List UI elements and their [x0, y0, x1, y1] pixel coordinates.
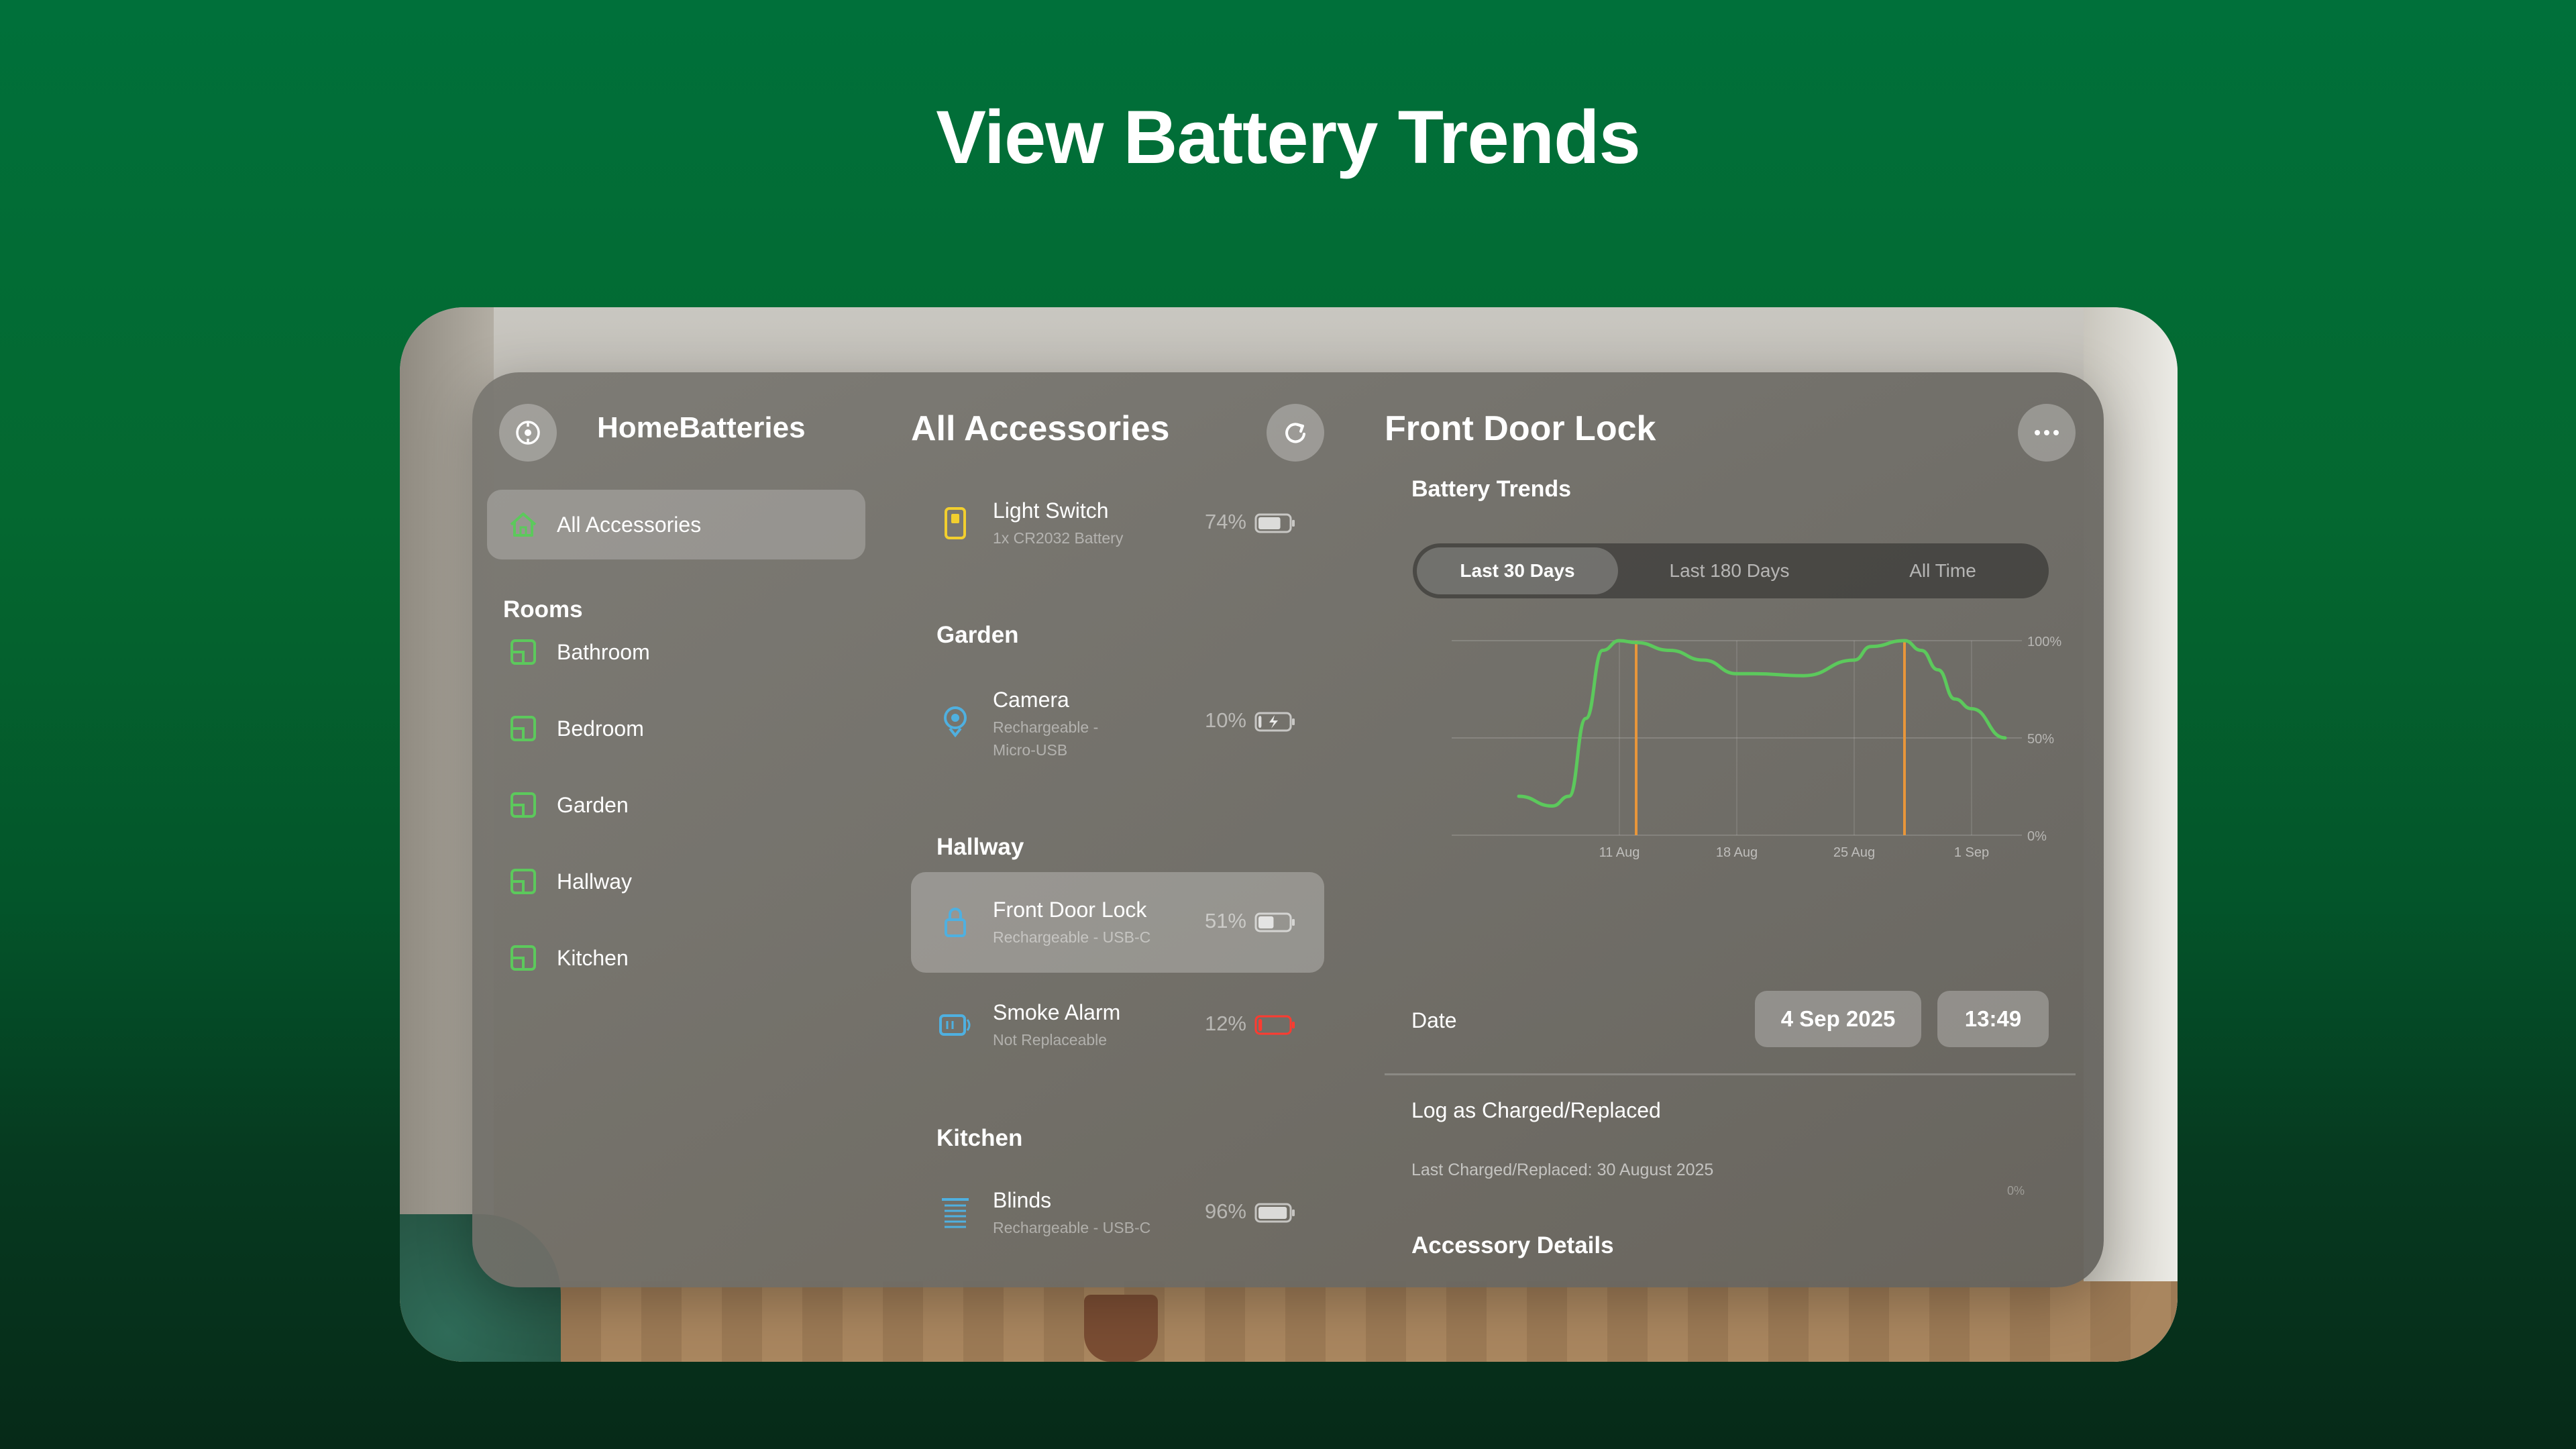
accessory-subtitle: Not Replaceable	[993, 1031, 1108, 1049]
home-icon	[507, 508, 539, 541]
battery-terminal	[1292, 919, 1295, 926]
room-icon	[507, 865, 539, 898]
lock-icon	[938, 905, 973, 940]
battery-fill	[1258, 916, 1274, 928]
list-item-front-door-lock[interactable]: Front Door Lock Rechargeable - USB-C 51%	[911, 872, 1324, 973]
room-icon	[507, 789, 539, 821]
sidebar-item-garden[interactable]: Garden	[487, 770, 865, 840]
x-tick-label: 25 Aug	[1833, 845, 1875, 860]
accessory-name: Front Door Lock	[993, 898, 1147, 922]
log-charged-button[interactable]: Log as Charged/Replaced	[1411, 1098, 1661, 1123]
battery-percent: 74%	[1204, 510, 1246, 533]
sidebar-item-hallway[interactable]: Hallway	[487, 847, 865, 916]
range-segmented-control: Last 30 Days Last 180 Days All Time	[1413, 543, 2049, 598]
battery-terminal	[1292, 1210, 1295, 1216]
battery-fill	[1258, 1207, 1287, 1219]
list-item-light-switch[interactable]: Light Switch 1x CR2032 Battery 74%	[911, 473, 1324, 574]
tab-last-30-days[interactable]: Last 30 Days	[1417, 547, 1618, 594]
y-tick-label: 100%	[2027, 635, 2061, 649]
last-charged-text: Last Charged/Replaced: 30 August 2025	[1411, 1161, 1714, 1179]
list-item-smoke-alarm[interactable]: Smoke Alarm Not Replaceable 12%	[911, 975, 1324, 1075]
tab-last-180-days[interactable]: Last 180 Days	[1622, 547, 1837, 594]
section-heading-garden: Garden	[936, 622, 1019, 648]
sidebar-item-all-accessories[interactable]: All Accessories	[487, 490, 865, 559]
room-icon	[507, 712, 539, 745]
battery-trend-chart: 0% 50% 100% 11 Aug 18 Aug 25 Aug 1 Sep	[1452, 635, 2061, 860]
section-heading-kitchen: Kitchen	[936, 1125, 1023, 1151]
sidebar-item-bedroom[interactable]: Bedroom	[487, 694, 865, 763]
divider	[1385, 1073, 2076, 1075]
list-item-blinds[interactable]: Blinds Rechargeable - USB-C 96%	[911, 1163, 1324, 1263]
app-window: HomeBatteries All Accessories Rooms Bath…	[472, 372, 2104, 1287]
list-item-camera[interactable]: Camera Rechargeable - Micro-USB 10%	[911, 662, 1324, 782]
light-switch-icon	[938, 506, 973, 541]
list-title: All Accessories	[911, 409, 1170, 448]
accessory-details-heading: Accessory Details	[1411, 1232, 1614, 1258]
accessory-subtitle: Rechargeable - USB-C	[993, 928, 1151, 946]
accessory-name: Light Switch	[993, 498, 1109, 523]
accessory-subtitle: 1x CR2032 Battery	[993, 529, 1124, 547]
accessory-subtitle: Rechargeable - Micro-USB	[993, 718, 1099, 759]
accessory-name: Camera	[993, 688, 1069, 712]
settings-icon	[516, 421, 540, 445]
battery-trend-line	[1517, 639, 2007, 808]
sidebar-item-label: Kitchen	[557, 945, 629, 970]
smoke-alarm-icon	[938, 1008, 973, 1042]
battery-percent: 51%	[1204, 909, 1246, 932]
accessory-subtitle: Rechargeable - USB-C	[993, 1219, 1151, 1236]
time-picker[interactable]: 13:49	[1937, 991, 2049, 1047]
profile-button[interactable]	[499, 404, 557, 462]
detail-title: Front Door Lock	[1385, 409, 1656, 448]
battery-fill	[1258, 716, 1262, 728]
battery-percent: 10%	[1204, 708, 1246, 732]
battery-icon	[1254, 912, 1295, 932]
tab-all-time[interactable]: All Time	[1842, 547, 2043, 594]
battery-icon	[1254, 513, 1295, 533]
sidebar-item-label: Bathroom	[557, 639, 650, 664]
app-title: HomeBatteries	[597, 411, 806, 444]
battery-percent: 96%	[1204, 1199, 1246, 1223]
battery-trends-heading: Battery Trends	[1411, 476, 1572, 502]
sidebar-item-label: Bedroom	[557, 716, 644, 741]
battery-fill	[1258, 1019, 1263, 1031]
battery-charging-icon	[1254, 712, 1295, 732]
room-icon	[507, 942, 539, 974]
refresh-icon	[1285, 423, 1305, 443]
battery-low-icon	[1254, 1015, 1295, 1035]
refresh-button[interactable]	[1267, 404, 1324, 462]
sidebar-item-bathroom[interactable]: Bathroom	[487, 617, 865, 687]
more-button[interactable]	[2018, 404, 2076, 462]
room-floor	[400, 1281, 2178, 1362]
accessory-name: Blinds	[993, 1188, 1052, 1212]
battery-icon	[1254, 1203, 1295, 1223]
sidebar-item-kitchen[interactable]: Kitchen	[487, 923, 865, 993]
accessory-name: Smoke Alarm	[993, 1000, 1121, 1024]
charging-bolt	[1269, 715, 1278, 729]
section-heading-hallway: Hallway	[936, 834, 1024, 860]
y-tick-label: 0%	[2027, 829, 2047, 844]
battery-terminal	[1292, 718, 1295, 725]
room-plant-pot	[1084, 1295, 1158, 1362]
battery-terminal	[1292, 1022, 1295, 1028]
date-picker[interactable]: 4 Sep 2025	[1755, 991, 1921, 1047]
page-headline: View Battery Trends	[936, 95, 1641, 179]
partial-axis-label: 0%	[2007, 1184, 2025, 1197]
ellipsis-icon	[2035, 430, 2059, 435]
sidebar-item-label: Garden	[557, 792, 629, 817]
battery-terminal	[1292, 520, 1295, 527]
battery-percent: 12%	[1204, 1012, 1246, 1035]
sidebar-item-label: All Accessories	[557, 512, 702, 537]
date-label: Date	[1411, 1008, 1457, 1032]
room-icon	[507, 636, 539, 668]
x-tick-label: 11 Aug	[1599, 845, 1640, 860]
x-tick-label: 1 Sep	[1954, 845, 1989, 860]
x-tick-label: 18 Aug	[1716, 845, 1758, 860]
battery-fill	[1258, 517, 1281, 529]
blinds-icon	[938, 1195, 973, 1230]
y-tick-label: 50%	[2027, 732, 2054, 747]
sidebar-item-label: Hallway	[557, 869, 633, 894]
camera-icon	[938, 704, 973, 739]
